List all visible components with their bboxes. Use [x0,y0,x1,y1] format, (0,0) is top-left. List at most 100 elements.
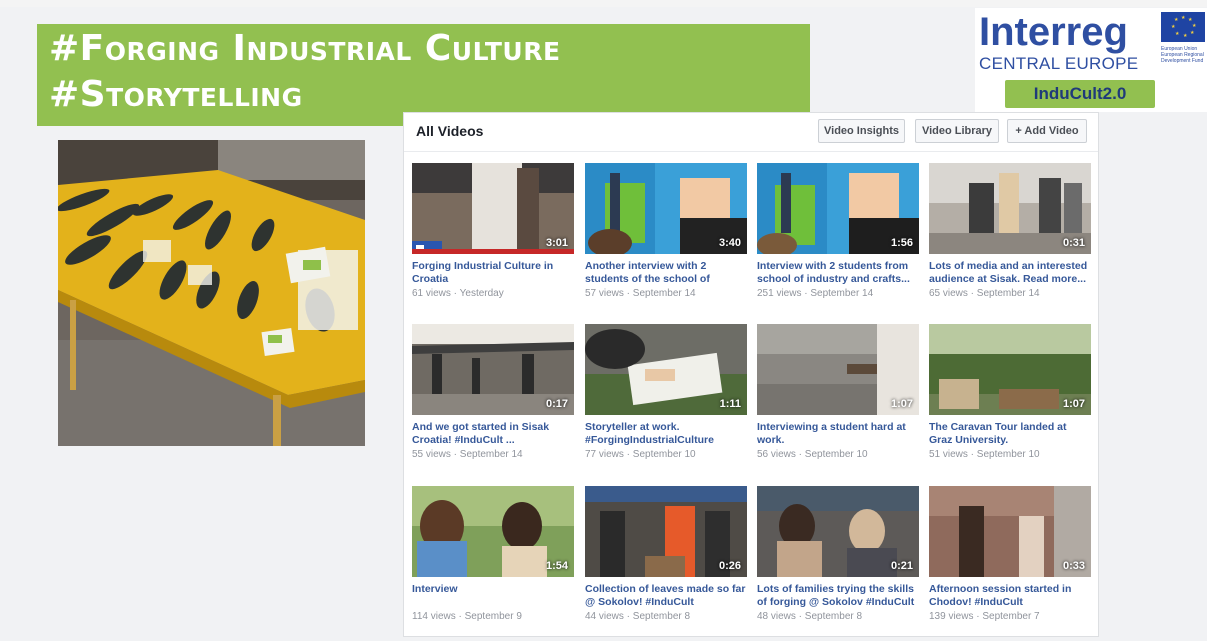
video-title-link[interactable]: Collection of leaves made so far @ Sokol… [585,583,747,609]
video-date: September 14 [459,449,523,460]
video-views: 51 views [929,449,968,460]
video-title-link[interactable]: Storyteller at work. #ForgingIndustrialC… [585,421,747,447]
video-meta: 77 views · September 10 [585,449,747,460]
title-line-forging: #Forging Industrial Culture [49,28,561,69]
meta-separator: · [967,449,977,460]
header-divider [404,151,1098,152]
eu-fund-caption: European Union European Regional Develop… [1161,46,1204,64]
video-views: 56 views [757,449,796,460]
video-meta: 251 views · September 14 [757,288,919,299]
video-title-link[interactable]: Interview [412,583,574,609]
video-thumbnail[interactable]: 3:40 [585,163,747,254]
video-meta: 139 views · September 7 [929,611,1091,622]
video-date: Yesterday [459,288,504,299]
video-card[interactable]: 1:07 Interviewing a student hard at work.… [757,324,919,460]
video-meta: 61 views · Yesterday [412,288,574,299]
video-views: 139 views [929,611,974,622]
add-video-button[interactable]: + Add Video [1007,119,1087,143]
video-meta: 55 views · September 14 [412,449,574,460]
video-thumbnail[interactable]: 0:21 [757,486,919,577]
logo-program-text: CENTRAL EUROPE [979,54,1139,73]
video-library-button[interactable]: Video Library [915,119,999,143]
meta-separator: · [795,449,805,460]
video-thumbnail[interactable]: 0:26 [585,486,747,577]
video-thumbnail[interactable]: 3:01 [412,163,574,254]
meta-separator: · [623,288,633,299]
video-date: September 14 [810,288,874,299]
video-card[interactable]: 0:31 Lots of media and an interested audi… [929,163,1091,299]
video-title-link[interactable]: Forging Industrial Culture in Croatia [412,260,574,286]
video-date: September 10 [804,449,868,460]
video-duration: 0:17 [545,398,568,410]
video-card[interactable]: 0:26 Collection of leaves made so far @ S… [585,486,747,622]
inducult-badge: InduCult2.0 [1005,80,1155,108]
meta-separator: · [623,611,633,622]
video-views: 48 views [757,611,796,622]
video-meta: 44 views · September 8 [585,611,747,622]
video-meta: 48 views · September 8 [757,611,919,622]
video-views: 61 views [412,288,451,299]
video-card[interactable]: 3:01 Forging Industrial Culture in Croati… [412,163,574,299]
video-duration: 1:11 [719,398,741,410]
video-title-link[interactable]: The Caravan Tour landed at Graz Universi… [929,421,1091,447]
video-card[interactable]: 0:33 Afternoon session started in Chodov!… [929,486,1091,622]
all-videos-panel: All Videos Video Insights Video Library … [403,112,1099,637]
interreg-logo: Interreg CENTRAL EUROPE ★ ★ ★ ★ ★ ★ ★ ★ Europ… [975,8,1207,112]
video-meta: 114 views · September 9 [412,611,574,622]
video-card[interactable]: 1:54 Interview 114 views · September 9 [412,486,574,622]
video-date: September 10 [976,449,1040,460]
video-date: September 9 [464,611,522,622]
video-thumbnail[interactable]: 1:54 [412,486,574,577]
video-views: 44 views [585,611,624,622]
video-thumbnail[interactable]: 1:56 [757,163,919,254]
video-meta: 51 views · September 10 [929,449,1091,460]
video-date: September 14 [976,288,1040,299]
video-duration: 0:31 [1062,237,1085,249]
video-meta: 65 views · September 14 [929,288,1091,299]
video-duration: 0:26 [718,560,741,572]
video-title-link[interactable]: Another interview with 2 students of the… [585,260,747,286]
video-duration: 1:07 [890,398,913,410]
video-card[interactable]: 0:17 And we got started in Sisak Croatia!… [412,324,574,460]
forged-leaves-photo [58,140,365,446]
meta-separator: · [455,611,465,622]
video-thumbnail[interactable]: 1:07 [929,324,1091,415]
meta-separator: · [450,449,460,460]
video-card[interactable]: 1:56 Interview with 2 students from schoo… [757,163,919,299]
video-card[interactable]: 1:07 The Caravan Tour landed at Graz Univ… [929,324,1091,460]
video-views: 55 views [412,449,451,460]
title-banner: #Forging Industrial Culture #Storytellin… [37,24,810,126]
video-duration: 3:01 [545,237,568,249]
video-thumbnail[interactable]: 0:31 [929,163,1091,254]
video-date: September 10 [632,449,696,460]
video-meta: 57 views · September 14 [585,288,747,299]
video-date: September 14 [632,288,696,299]
video-title-link[interactable]: Lots of families trying the skills of fo… [757,583,919,609]
meta-separator: · [795,611,805,622]
logo-brand-text: Interreg [979,10,1128,54]
video-title-link[interactable]: Afternoon session started in Chodov! #In… [929,583,1091,609]
video-card[interactable]: 3:40 Another interview with 2 students of… [585,163,747,299]
meta-separator: · [967,288,977,299]
video-title-link[interactable]: Interviewing a student hard at work. [757,421,919,447]
video-card[interactable]: 1:11 Storyteller at work. #ForgingIndustr… [585,324,747,460]
eu-flag-icon: ★ ★ ★ ★ ★ ★ ★ ★ [1161,12,1205,42]
video-meta: 56 views · September 10 [757,449,919,460]
video-duration: 1:07 [1062,398,1085,410]
video-thumbnail[interactable]: 0:33 [929,486,1091,577]
video-title-link[interactable]: Interview with 2 students from school of… [757,260,919,286]
video-duration: 0:21 [890,560,913,572]
video-insights-button[interactable]: Video Insights [818,119,905,143]
video-duration: 0:33 [1062,560,1085,572]
video-duration: 3:40 [718,237,741,249]
video-card[interactable]: 0:21 Lots of families trying the skills o… [757,486,919,622]
video-thumbnail[interactable]: 1:07 [757,324,919,415]
video-title-link[interactable]: Lots of media and an interested audience… [929,260,1091,286]
video-date: September 7 [982,611,1040,622]
video-views: 65 views [929,288,968,299]
video-duration: 1:56 [890,237,913,249]
video-title-link[interactable]: And we got started in Sisak Croatia! #In… [412,421,574,447]
video-thumbnail[interactable]: 1:11 [585,324,747,415]
video-thumbnail[interactable]: 0:17 [412,324,574,415]
video-views: 114 views [412,611,456,622]
